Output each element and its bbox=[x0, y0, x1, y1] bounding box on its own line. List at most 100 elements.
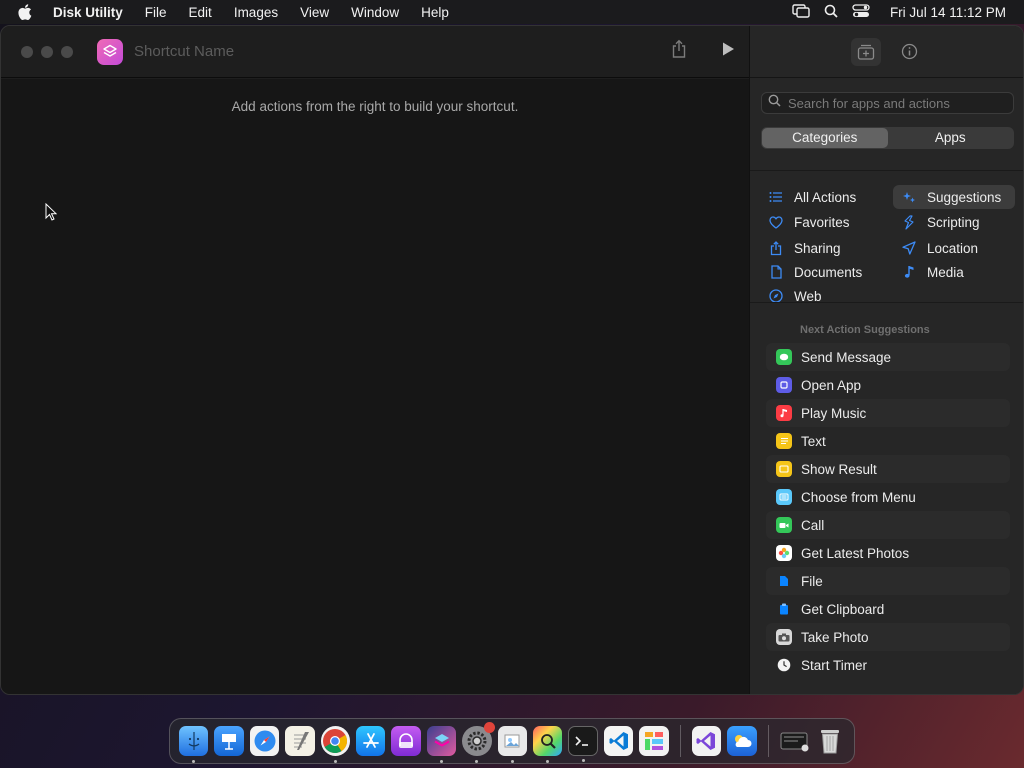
location-arrow-icon bbox=[901, 241, 917, 255]
category-label: Scripting bbox=[927, 214, 980, 230]
facetime-icon bbox=[776, 517, 792, 533]
action-label: Show Result bbox=[801, 461, 877, 477]
spotlight-search-icon[interactable] bbox=[824, 4, 838, 21]
category-favorites[interactable]: Favorites bbox=[760, 210, 890, 234]
zoom-window-button[interactable] bbox=[61, 45, 73, 58]
trash-icon[interactable] bbox=[816, 726, 845, 756]
textedit-icon[interactable] bbox=[285, 726, 315, 756]
action-label: Send Message bbox=[801, 349, 892, 365]
action-file[interactable]: File bbox=[766, 567, 1010, 595]
category-location[interactable]: Location bbox=[893, 236, 1015, 260]
minimize-window-button[interactable] bbox=[41, 45, 53, 58]
mosaic-icon[interactable] bbox=[639, 726, 669, 756]
apple-menu-icon[interactable] bbox=[0, 4, 50, 20]
action-label: Start Timer bbox=[801, 657, 868, 673]
category-label: Media bbox=[927, 264, 964, 280]
preview-icon[interactable] bbox=[497, 726, 528, 763]
action-library-sidebar: Categories Apps All Actions Favorites Sh… bbox=[749, 26, 1023, 694]
run-shortcut-button[interactable] bbox=[721, 41, 735, 62]
file-menu[interactable]: File bbox=[134, 5, 178, 20]
action-search-field[interactable] bbox=[761, 92, 1014, 114]
visual-studio-icon[interactable] bbox=[691, 726, 722, 756]
view-menu[interactable]: View bbox=[289, 5, 340, 20]
action-open-app[interactable]: Open App bbox=[766, 371, 1010, 399]
suggestion-list: Send Message Open App Play Music Text Sh… bbox=[766, 343, 1010, 679]
tab-apps[interactable]: Apps bbox=[888, 128, 1014, 148]
category-label: Location bbox=[927, 240, 979, 256]
finder-icon[interactable] bbox=[179, 726, 209, 763]
chrome-icon[interactable] bbox=[320, 726, 351, 763]
action-label: Open App bbox=[801, 377, 862, 393]
podcasts-icon[interactable] bbox=[391, 726, 421, 756]
editor-hint: Add actions from the right to build your… bbox=[231, 99, 519, 114]
action-send-message[interactable]: Send Message bbox=[766, 343, 1010, 371]
photos-icon bbox=[776, 545, 792, 561]
keynote-icon[interactable] bbox=[214, 726, 244, 756]
tab-categories[interactable]: Categories bbox=[762, 128, 888, 148]
vscode-icon[interactable] bbox=[603, 726, 634, 756]
action-play-music[interactable]: Play Music bbox=[766, 399, 1010, 427]
app-name-menu[interactable]: Disk Utility bbox=[50, 5, 134, 20]
screen-mirroring-icon[interactable] bbox=[792, 3, 810, 21]
shortcut-icon[interactable] bbox=[97, 38, 123, 65]
category-label: Favorites bbox=[794, 214, 850, 230]
downloads-stack-icon[interactable] bbox=[780, 726, 810, 756]
camera-icon bbox=[776, 629, 792, 645]
window-menu[interactable]: Window bbox=[340, 5, 410, 20]
images-menu[interactable]: Images bbox=[223, 5, 289, 20]
share-icon[interactable] bbox=[671, 39, 687, 64]
app-store-icon[interactable] bbox=[356, 726, 386, 756]
action-start-timer[interactable]: Start Timer bbox=[766, 651, 1010, 679]
file-icon bbox=[776, 573, 792, 589]
control-center-icon[interactable] bbox=[852, 3, 870, 21]
suggestions-header: Next Action Suggestions bbox=[800, 324, 930, 336]
action-label: Choose from Menu bbox=[801, 489, 916, 505]
action-show-result[interactable]: Show Result bbox=[766, 455, 1010, 483]
open-app-icon bbox=[776, 377, 792, 393]
category-suggestions[interactable]: Suggestions bbox=[893, 185, 1015, 209]
shortcut-name-field[interactable]: Shortcut Name bbox=[134, 43, 234, 60]
close-window-button[interactable] bbox=[21, 45, 33, 58]
action-choose-from-menu[interactable]: Choose from Menu bbox=[766, 483, 1010, 511]
action-take-photo[interactable]: Take Photo bbox=[766, 623, 1010, 651]
info-icon[interactable] bbox=[895, 38, 925, 66]
document-icon bbox=[768, 265, 784, 279]
category-sharing[interactable]: Sharing bbox=[760, 236, 890, 260]
menubar-clock[interactable]: Fri Jul 14 11:12 PM bbox=[890, 5, 1006, 20]
action-call[interactable]: Call bbox=[766, 511, 1010, 539]
window-controls bbox=[21, 45, 73, 58]
category-all-actions[interactable]: All Actions bbox=[760, 185, 890, 209]
text-icon bbox=[776, 433, 792, 449]
clock-icon bbox=[776, 657, 792, 673]
category-media[interactable]: Media bbox=[893, 260, 1015, 284]
action-label: Call bbox=[801, 517, 825, 533]
safari-icon[interactable] bbox=[249, 726, 280, 756]
music-icon bbox=[776, 405, 792, 421]
category-list: All Actions Favorites Sharing Documents … bbox=[750, 170, 1023, 304]
shortcuts-app-icon[interactable] bbox=[426, 726, 457, 763]
library-segmented-control: Categories Apps bbox=[761, 127, 1014, 149]
share-icon bbox=[768, 240, 784, 256]
category-label: Suggestions bbox=[927, 189, 1002, 205]
terminal-icon[interactable] bbox=[568, 726, 598, 762]
category-label: All Actions bbox=[794, 189, 857, 205]
shortcut-editor-canvas[interactable]: Add actions from the right to build your… bbox=[1, 79, 749, 694]
action-get-clipboard[interactable]: Get Clipboard bbox=[766, 595, 1010, 623]
category-scripting[interactable]: Scripting bbox=[893, 210, 1015, 234]
weather-icon[interactable] bbox=[727, 726, 757, 756]
action-library-icon[interactable] bbox=[850, 37, 881, 66]
list-icon bbox=[768, 191, 784, 203]
action-label: Get Clipboard bbox=[801, 601, 885, 617]
dock-separator bbox=[767, 725, 769, 757]
colorsync-icon[interactable] bbox=[533, 726, 563, 763]
system-settings-icon[interactable] bbox=[462, 722, 495, 763]
action-label: File bbox=[801, 573, 823, 589]
help-menu[interactable]: Help bbox=[410, 5, 460, 20]
edit-menu[interactable]: Edit bbox=[178, 5, 223, 20]
action-text[interactable]: Text bbox=[766, 427, 1010, 455]
show-result-icon bbox=[776, 461, 792, 477]
action-get-latest-photos[interactable]: Get Latest Photos bbox=[766, 539, 1010, 567]
category-documents[interactable]: Documents bbox=[760, 260, 890, 284]
search-input[interactable] bbox=[788, 95, 1008, 111]
compass-icon bbox=[768, 289, 784, 303]
